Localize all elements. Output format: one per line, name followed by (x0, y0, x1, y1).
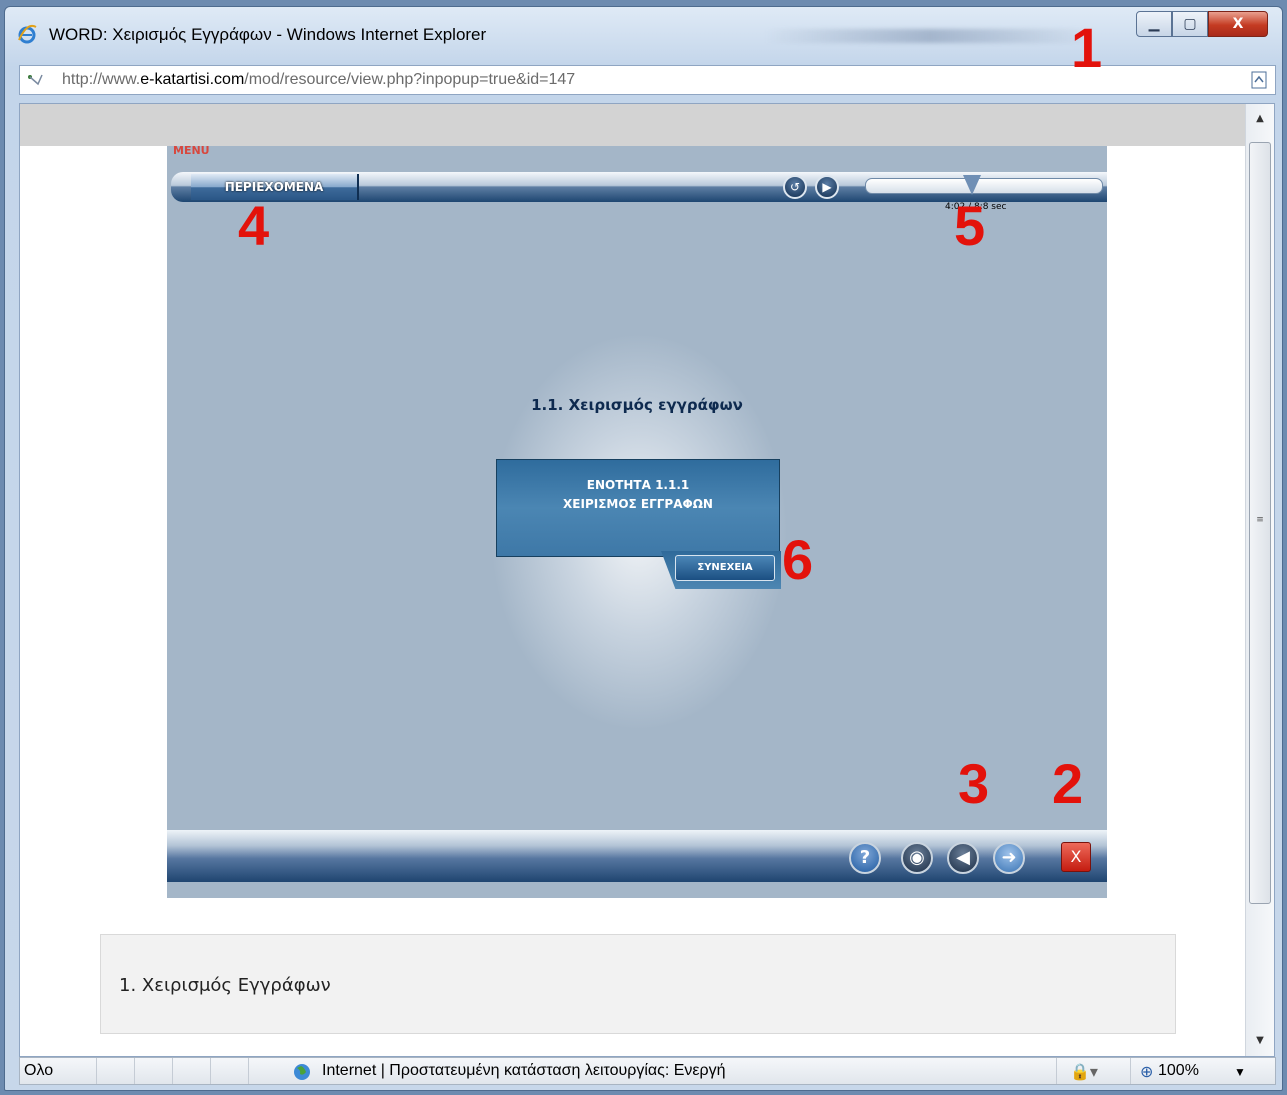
back-icon[interactable]: ◀ (947, 842, 979, 874)
player-bottom-bar: ? ◉ ◀ ➜ X (167, 830, 1107, 882)
maximize-button[interactable]: ▢ (1172, 11, 1208, 37)
blurred-title-area (765, 29, 1095, 43)
globe-icon (294, 1064, 310, 1080)
scrollbar-thumb[interactable]: ≡ (1249, 142, 1271, 904)
page-viewport: MENU ΠΕΡΙΕΧΟΜΕΝΑ ↺ ▶ 4:02 / 8:8 sec 1.1.… (19, 103, 1275, 1057)
audio-icon[interactable]: ◉ (901, 842, 933, 874)
url-domain: e-katartisi.com (140, 71, 245, 88)
url-prefix: http://www. (62, 71, 141, 88)
annotation-1: 1 (1071, 16, 1103, 79)
resource-description: 1. Χειρισμός Εγγράφων (100, 934, 1176, 1034)
continue-button[interactable]: ΣΥΝΕΧΕΙΑ (675, 555, 775, 581)
scroll-down-icon[interactable]: ▼ (1250, 1032, 1270, 1050)
forward-icon[interactable]: ➜ (993, 842, 1025, 874)
unit-box: ΕΝΟΤΗΤΑ 1.1.1 ΧΕΙΡΙΣΜΟΣ ΕΓΓΡΑΦΩΝ (496, 459, 780, 557)
unit-name: ΧΕΙΡΙΣΜΟΣ ΕΓΓΡΑΦΩΝ (563, 497, 713, 511)
compatibility-view-icon[interactable] (1249, 70, 1269, 90)
status-divider (248, 1058, 249, 1084)
section-title: 1.1. Χειρισμός εγγράφων (531, 396, 743, 414)
player-bottom-band (167, 882, 1107, 898)
zoom-dropdown-icon[interactable]: ▼ (1234, 1065, 1246, 1079)
annotation-4: 4 (238, 194, 270, 257)
help-icon[interactable]: ? (849, 842, 881, 874)
status-divider (172, 1058, 173, 1084)
replay-icon[interactable]: ↺ (783, 175, 807, 199)
grip-icon: ≡ (1256, 515, 1264, 525)
vertical-scrollbar[interactable]: ▲ ≡ ▼ (1245, 104, 1274, 1056)
window-title: WORD: Χειρισμός Εγγράφων - Windows Inter… (49, 25, 487, 44)
internet-explorer-icon (18, 24, 37, 44)
play-icon[interactable]: ▶ (815, 175, 839, 199)
zoom-icon: ⊕ (1140, 1064, 1154, 1081)
contents-button[interactable]: ΠΕΡΙΕΧΟΜΕΝΑ (191, 174, 359, 200)
resource-label: 1. Χειρισμός Εγγράφων (119, 975, 331, 996)
page-favicon-icon (28, 74, 43, 86)
window-controls: ▁ ▢ X (1136, 11, 1268, 37)
address-url[interactable]: http://www.e-katartisi.com/mod/resource/… (62, 71, 575, 89)
status-left: Ολο (24, 1062, 54, 1079)
browser-window: WORD: Χειρισμός Εγγράφων - Windows Inter… (4, 6, 1283, 1091)
security-zone[interactable]: Internet | Προστατευμένη κατάσταση λειτο… (322, 1062, 726, 1080)
status-divider (1130, 1058, 1131, 1084)
unit-number: ΕΝΟΤΗΤΑ 1.1.1 (586, 478, 690, 492)
status-bar: Ολο Internet | Προστατευμένη κατάσταση λ… (19, 1057, 1276, 1085)
page-top-strip (20, 104, 1245, 146)
minimize-button[interactable]: ▁ (1136, 11, 1172, 37)
seek-handle[interactable] (963, 175, 982, 195)
close-button[interactable]: X (1208, 11, 1268, 37)
url-path: /mod/resource/view.php?inpopup=true&id=1… (244, 71, 576, 88)
status-divider (1056, 1058, 1057, 1084)
status-divider (134, 1058, 135, 1084)
annotation-3: 3 (958, 752, 990, 815)
protected-mode-icon[interactable]: 🔒▾ (1070, 1062, 1098, 1082)
annotation-6: 6 (782, 528, 814, 591)
annotation-2: 2 (1052, 752, 1084, 815)
annotation-5: 5 (954, 194, 986, 257)
player-close-button[interactable]: X (1061, 842, 1091, 872)
menu-label[interactable]: MENU (173, 144, 210, 157)
zoom-level[interactable]: 100% (1158, 1062, 1199, 1080)
seek-bar[interactable] (865, 175, 1103, 195)
status-divider (210, 1058, 211, 1084)
scroll-up-icon[interactable]: ▲ (1250, 110, 1270, 128)
status-divider (96, 1058, 97, 1084)
